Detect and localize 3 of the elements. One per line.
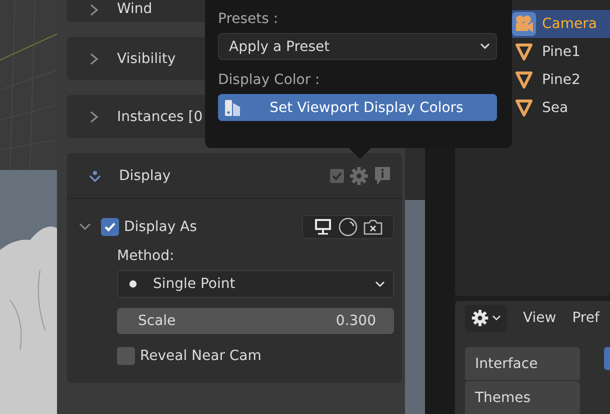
method-label: Method: [117, 248, 176, 264]
presets-label: Presets : [218, 11, 280, 27]
display-color-label: Display Color : [218, 72, 321, 88]
